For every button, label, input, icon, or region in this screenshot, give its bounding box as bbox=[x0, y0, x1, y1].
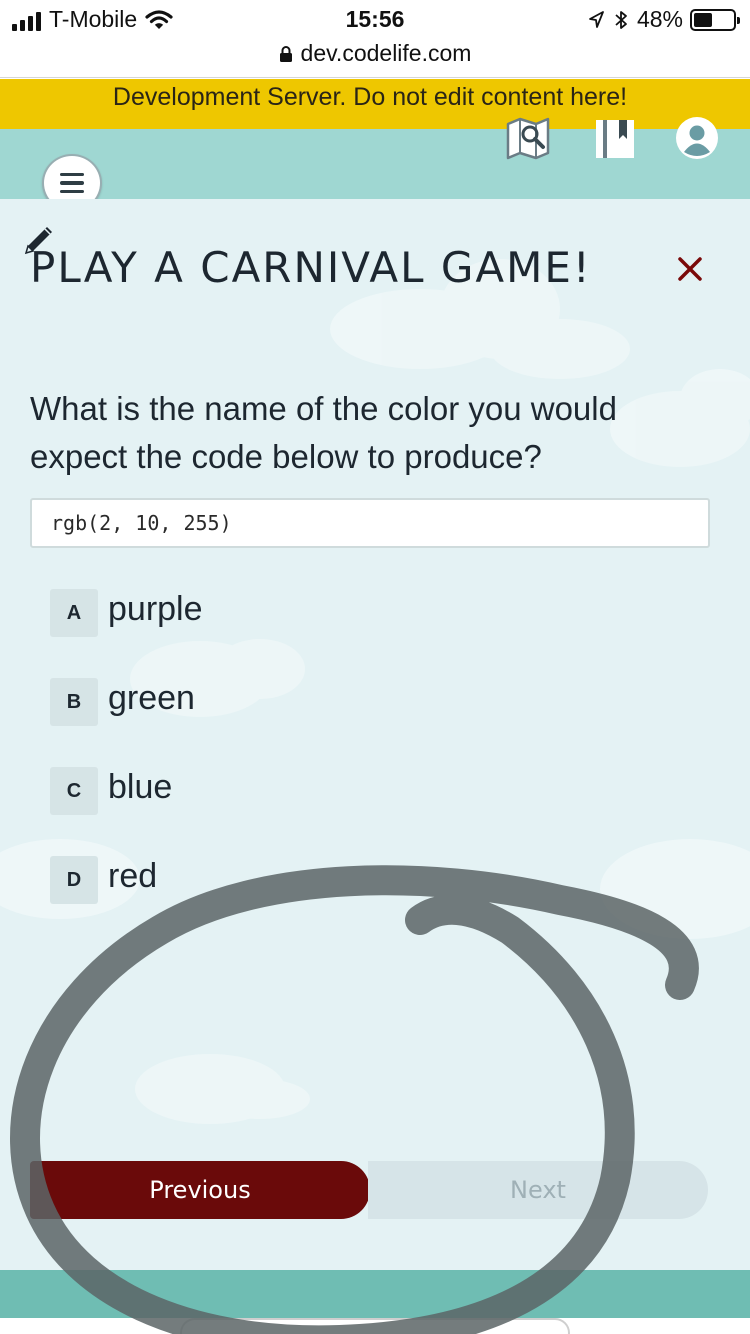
status-right: 48% bbox=[587, 6, 740, 33]
page-footer bbox=[0, 1270, 750, 1318]
option-text: green bbox=[108, 678, 195, 717]
answer-option-d[interactable]: D red bbox=[50, 856, 157, 904]
answer-option-a[interactable]: A purple bbox=[50, 589, 203, 637]
question-text: What is the name of the color you would … bbox=[30, 390, 617, 475]
main-content: PLAY A CARNIVAL GAME! What is the name o… bbox=[0, 199, 750, 1270]
option-text: red bbox=[108, 856, 158, 895]
close-icon[interactable] bbox=[670, 249, 710, 289]
option-text: blue bbox=[108, 767, 173, 806]
status-bar: T-Mobile 15:56 48% dev.codelife.com bbox=[0, 0, 750, 78]
dev-banner-text: Development Server. Do not edit content … bbox=[112, 83, 628, 111]
map-icon[interactable] bbox=[505, 115, 551, 161]
address-bar[interactable]: dev.codelife.com bbox=[0, 40, 750, 67]
cloud-background bbox=[0, 259, 750, 1124]
page-title: PLAY A CARNIVAL GAME! bbox=[30, 243, 592, 292]
option-letter: C bbox=[50, 767, 98, 815]
code-snippet: rgb(2, 10, 255) bbox=[30, 498, 710, 548]
next-button[interactable]: Next bbox=[368, 1161, 708, 1219]
hamburger-line bbox=[60, 172, 84, 177]
location-arrow-icon bbox=[589, 10, 604, 28]
hamburger-line bbox=[60, 189, 84, 194]
battery-level bbox=[694, 12, 713, 27]
answer-option-c[interactable]: C blue bbox=[50, 767, 172, 815]
user-icon[interactable] bbox=[674, 115, 720, 161]
battery-icon bbox=[690, 8, 740, 31]
lock-icon bbox=[279, 45, 292, 62]
option-letter: B bbox=[50, 678, 98, 726]
option-text: purple bbox=[108, 589, 203, 628]
answer-option-b[interactable]: B green bbox=[50, 678, 195, 726]
option-letter: D bbox=[50, 856, 98, 904]
url-text: dev.codelife.com bbox=[300, 40, 472, 66]
home-indicator bbox=[180, 1318, 570, 1334]
previous-button[interactable]: Previous bbox=[30, 1161, 370, 1219]
battery-percent: 48% bbox=[636, 6, 683, 32]
option-letter: A bbox=[50, 589, 98, 637]
hamburger-line bbox=[60, 181, 84, 185]
bluetooth-icon bbox=[615, 10, 627, 29]
book-icon[interactable] bbox=[592, 115, 638, 161]
